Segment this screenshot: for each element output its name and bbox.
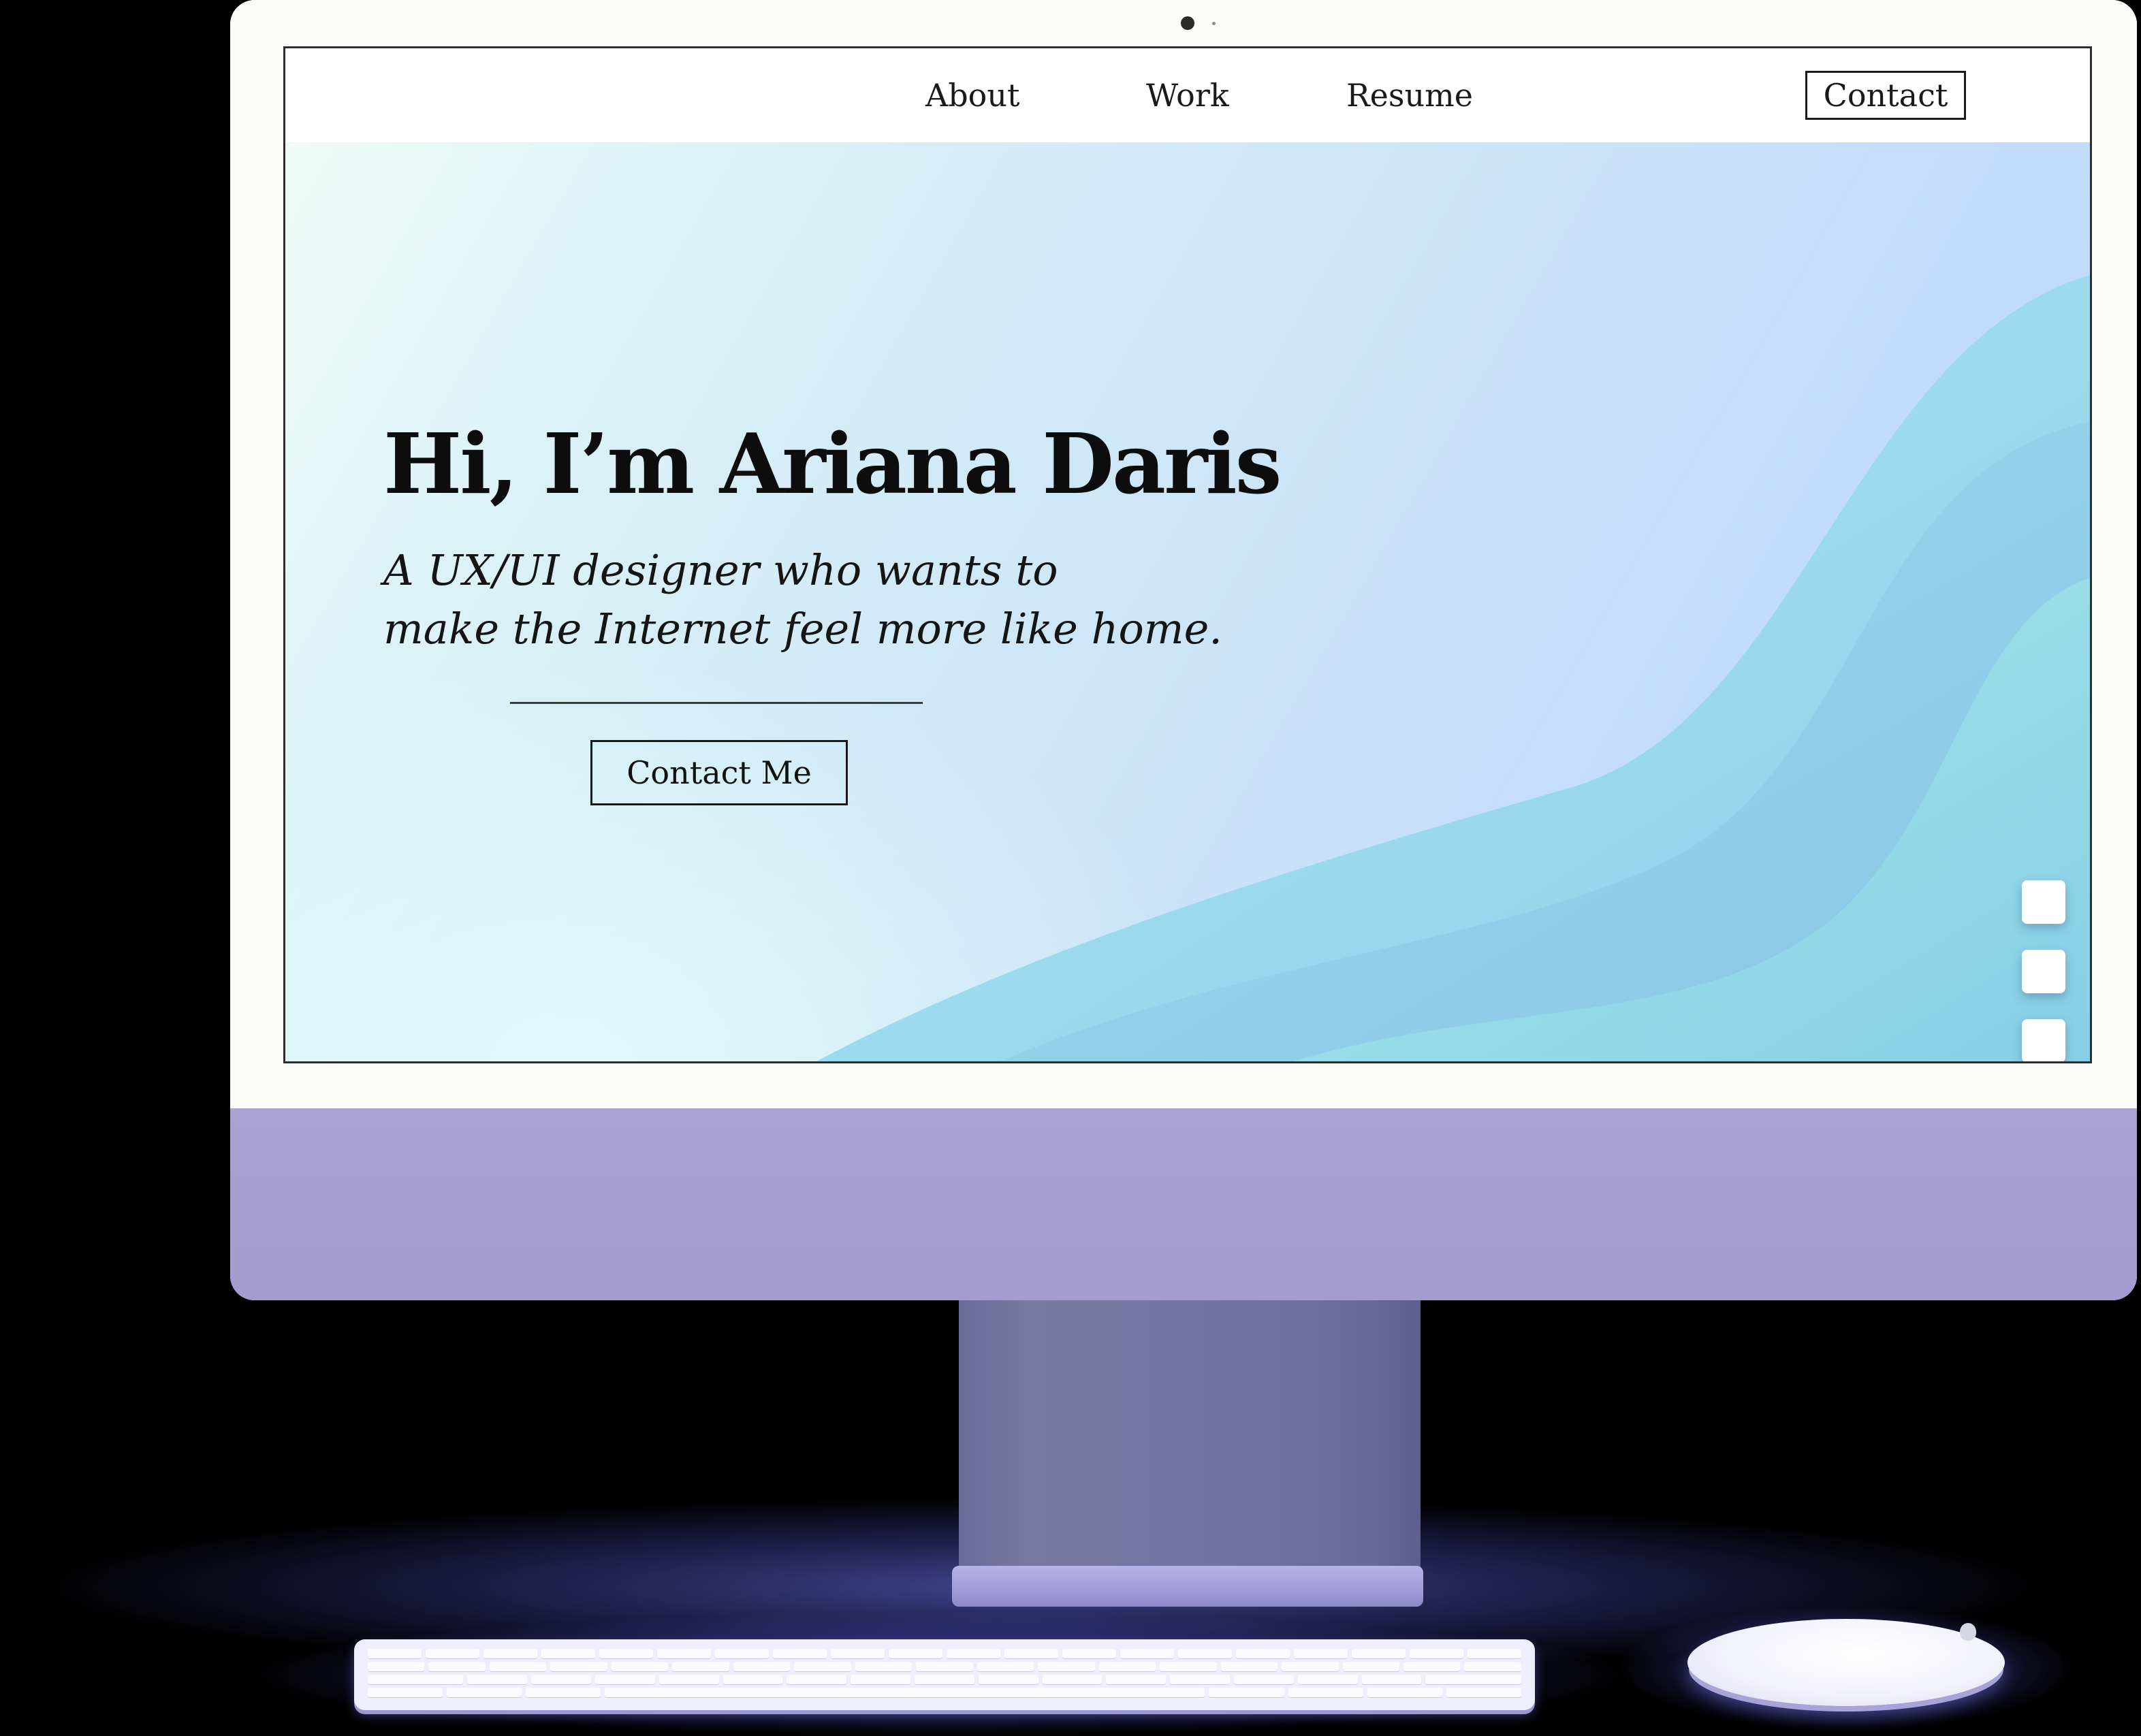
apple-logo-icon bbox=[1960, 1623, 1976, 1641]
keyboard-row bbox=[368, 1688, 1522, 1697]
nav-work-link[interactable]: Work bbox=[1146, 77, 1229, 114]
section-indicator-2[interactable] bbox=[2022, 950, 2065, 993]
magic-mouse bbox=[1687, 1619, 2005, 1706]
camera-icon bbox=[1181, 16, 1194, 30]
section-indicator-1[interactable] bbox=[2022, 880, 2065, 924]
monitor-chin bbox=[230, 1108, 2137, 1300]
keyboard bbox=[354, 1639, 1535, 1710]
hero-waves-illustration bbox=[816, 275, 2090, 1061]
hero-divider bbox=[510, 702, 923, 704]
navbar: About Work Resume Contact bbox=[285, 48, 2090, 142]
section-indicator-3[interactable] bbox=[2022, 1019, 2065, 1061]
contact-me-button[interactable]: Contact Me bbox=[590, 740, 848, 805]
monitor-stand-foot bbox=[952, 1566, 1423, 1607]
hero-subtitle-line-1: A UX/UI designer who wants to bbox=[383, 545, 1058, 595]
nav-resume-link[interactable]: Resume bbox=[1346, 77, 1473, 114]
screen: About Work Resume Contact Hi, I’m Ariana… bbox=[283, 46, 2092, 1063]
keyboard-row bbox=[368, 1649, 1521, 1658]
hero-subtitle-line-2: make the Internet feel more like home. bbox=[383, 604, 1222, 654]
camera-sensor-icon bbox=[1212, 22, 1216, 25]
nav-contact-button[interactable]: Contact bbox=[1805, 71, 1966, 120]
monitor-stand-neck bbox=[959, 1300, 1421, 1573]
nav-about-link[interactable]: About bbox=[925, 77, 1019, 114]
keyboard-row bbox=[368, 1662, 1521, 1671]
hero-title: Hi, I’m Ariana Daris bbox=[383, 415, 1282, 513]
keyboard-row bbox=[368, 1675, 1521, 1684]
hero-section: Hi, I’m Ariana Daris A UX/UI designer wh… bbox=[285, 142, 2090, 1061]
